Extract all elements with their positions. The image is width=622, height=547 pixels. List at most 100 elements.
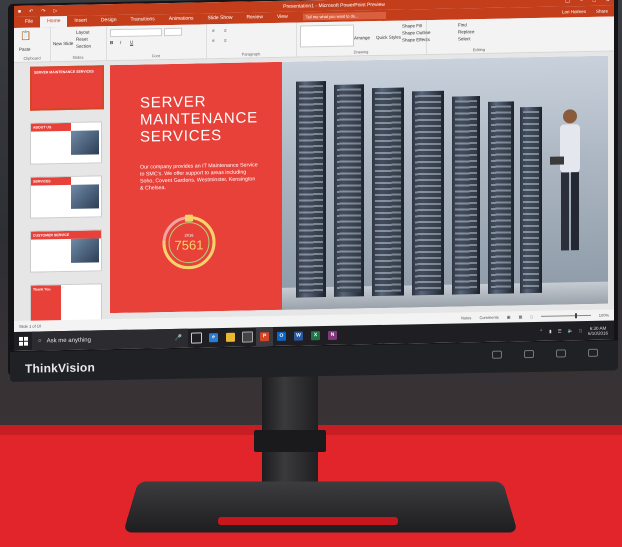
tab-home[interactable]: Home — [40, 15, 68, 28]
shape-effects-button[interactable]: Shape Effects — [402, 37, 430, 43]
slide-title-line: SERVICES — [140, 127, 222, 146]
stat-value: 7561 — [174, 237, 204, 253]
thumbnail-image — [71, 184, 99, 209]
underline-icon[interactable]: U — [130, 40, 133, 45]
redo-icon[interactable]: ↷ — [41, 8, 45, 14]
layout-button[interactable]: Layout — [76, 30, 90, 35]
slides-label: Slides — [72, 54, 84, 60]
numbering-icon[interactable]: ≡ — [224, 28, 227, 33]
server-rack — [372, 87, 404, 297]
group-editing: Find Replace Select Editing — [454, 19, 504, 54]
cortana-search-box[interactable]: ○ Ask me anything 🎤 — [32, 328, 188, 351]
undo-icon[interactable]: ↶ — [29, 8, 33, 14]
save-icon[interactable]: ■ — [18, 8, 21, 14]
ribbon-display-icon[interactable]: ▢ — [565, 0, 570, 4]
find-button[interactable]: Find — [458, 22, 467, 27]
tab-slide-show[interactable]: Slide Show — [201, 13, 240, 25]
comments-button[interactable]: Comments — [479, 315, 498, 320]
search-placeholder: Ask me anything — [46, 337, 91, 344]
tab-file[interactable]: File — [18, 16, 40, 27]
onenote-app-icon[interactable]: N — [324, 326, 341, 345]
font-family-select[interactable] — [110, 28, 162, 38]
tell-me-input[interactable]: Tell me what you want to do... — [302, 11, 386, 21]
reset-button[interactable]: Reset — [76, 37, 88, 42]
power-button-icon[interactable] — [588, 348, 598, 357]
excel-app-icon[interactable]: X — [307, 326, 324, 345]
server-rack — [488, 101, 514, 294]
quick-access-toolbar: ■ ↶ ↷ ▷ — [18, 6, 138, 15]
bullets-icon[interactable]: ≡ — [212, 28, 215, 33]
chevron-up-icon[interactable]: ⌃ — [539, 328, 543, 334]
sorter-view-icon[interactable]: ▦ — [519, 314, 523, 319]
edge-browser-icon[interactable]: e — [205, 328, 222, 347]
windows-start-icon[interactable] — [14, 332, 32, 351]
tab-design[interactable]: Design — [94, 15, 124, 27]
thumbnail-2[interactable]: 2 ABOUT US — [30, 121, 102, 165]
cable-clip — [254, 430, 326, 452]
arrange-button[interactable]: Arrange — [354, 35, 370, 40]
input-button-icon[interactable] — [492, 350, 502, 359]
notifications-icon[interactable]: □ — [579, 328, 582, 333]
network-icon[interactable]: ☰ — [558, 328, 562, 334]
align-left-icon[interactable]: ≡ — [212, 38, 215, 43]
normal-view-icon[interactable]: ▣ — [507, 314, 511, 319]
server-rack — [412, 90, 444, 296]
thumbnail-4[interactable]: 4 CUSTOMER SERVICE — [30, 229, 102, 273]
select-button[interactable]: Select — [458, 36, 471, 41]
zoom-slider[interactable] — [540, 314, 591, 317]
quick-styles-button[interactable]: Quick Styles — [376, 35, 401, 40]
group-slides: New Slide Layout Reset Section Slides — [50, 26, 107, 62]
server-rack — [296, 81, 326, 298]
paste-button[interactable]: Paste — [19, 47, 31, 52]
close-icon[interactable]: ✕ — [606, 0, 610, 3]
share-button[interactable]: Share — [596, 9, 608, 14]
photo-floor — [282, 281, 608, 310]
italic-icon[interactable]: I — [120, 40, 121, 45]
microphone-icon[interactable]: 🎤 — [175, 335, 182, 342]
minimize-icon[interactable]: – — [580, 0, 583, 4]
file-explorer-icon[interactable] — [222, 328, 239, 347]
paragraph-label: Paragraph — [241, 51, 261, 57]
thumbnail-3[interactable]: 3 SERVICES — [30, 175, 102, 219]
shapes-gallery[interactable] — [300, 24, 354, 48]
slide-canvas[interactable]: SERVER MAINTENANCE SERVICES Our company … — [110, 55, 608, 314]
powerpoint-app-icon[interactable]: P — [256, 327, 273, 347]
section-button[interactable]: Section — [76, 44, 91, 49]
mode-button-icon[interactable] — [556, 349, 566, 358]
thumbnail-1[interactable]: 1 SERVER MAINTENANCE SERVICES — [30, 65, 104, 111]
volume-icon[interactable]: 🔈 — [568, 328, 574, 334]
user-name[interactable]: Lori Holmes — [562, 9, 586, 14]
cortana-circle-icon: ○ — [38, 337, 42, 345]
server-rack — [452, 96, 480, 295]
store-icon[interactable] — [239, 327, 256, 346]
shape-fill-button[interactable]: Shape Fill — [402, 23, 422, 28]
word-app-icon[interactable]: W — [290, 326, 307, 345]
battery-icon[interactable]: ▮ — [549, 328, 551, 334]
tab-review[interactable]: Review — [240, 12, 270, 24]
menu-button-icon[interactable] — [524, 349, 534, 359]
bold-icon[interactable]: B — [110, 40, 113, 45]
task-view-icon[interactable] — [188, 328, 205, 347]
reading-view-icon[interactable]: □ — [530, 314, 532, 319]
shape-outline-button[interactable]: Shape Outline — [402, 30, 431, 36]
paste-icon[interactable]: 📋 — [20, 31, 31, 42]
slide-count: Slide 1 of 10 — [19, 323, 42, 329]
new-slide-button[interactable]: New Slide — [53, 41, 73, 46]
taskbar-clock[interactable]: 6:30 AM 6/10/2016 — [588, 325, 608, 335]
monitor-brand-logo: ThinkVision — [25, 360, 95, 376]
tab-transitions[interactable]: Transitions — [124, 14, 162, 26]
tab-insert[interactable]: Insert — [67, 15, 94, 27]
tab-animations[interactable]: Animations — [162, 13, 201, 25]
base-red-accent — [218, 517, 398, 525]
outlook-app-icon[interactable]: O — [273, 327, 290, 346]
font-size-select[interactable] — [164, 27, 182, 37]
slide-title: SERVER MAINTENANCE SERVICES — [140, 92, 258, 145]
maximize-icon[interactable]: □ — [593, 0, 596, 3]
replace-button[interactable]: Replace — [458, 29, 475, 34]
notes-button[interactable]: Notes — [461, 315, 471, 320]
zoom-level[interactable]: 100% — [599, 313, 609, 318]
present-icon[interactable]: ▷ — [53, 8, 57, 14]
technician-figure — [550, 109, 580, 251]
center-icon[interactable]: ≡ — [224, 38, 227, 43]
tab-view[interactable]: View — [270, 12, 295, 23]
